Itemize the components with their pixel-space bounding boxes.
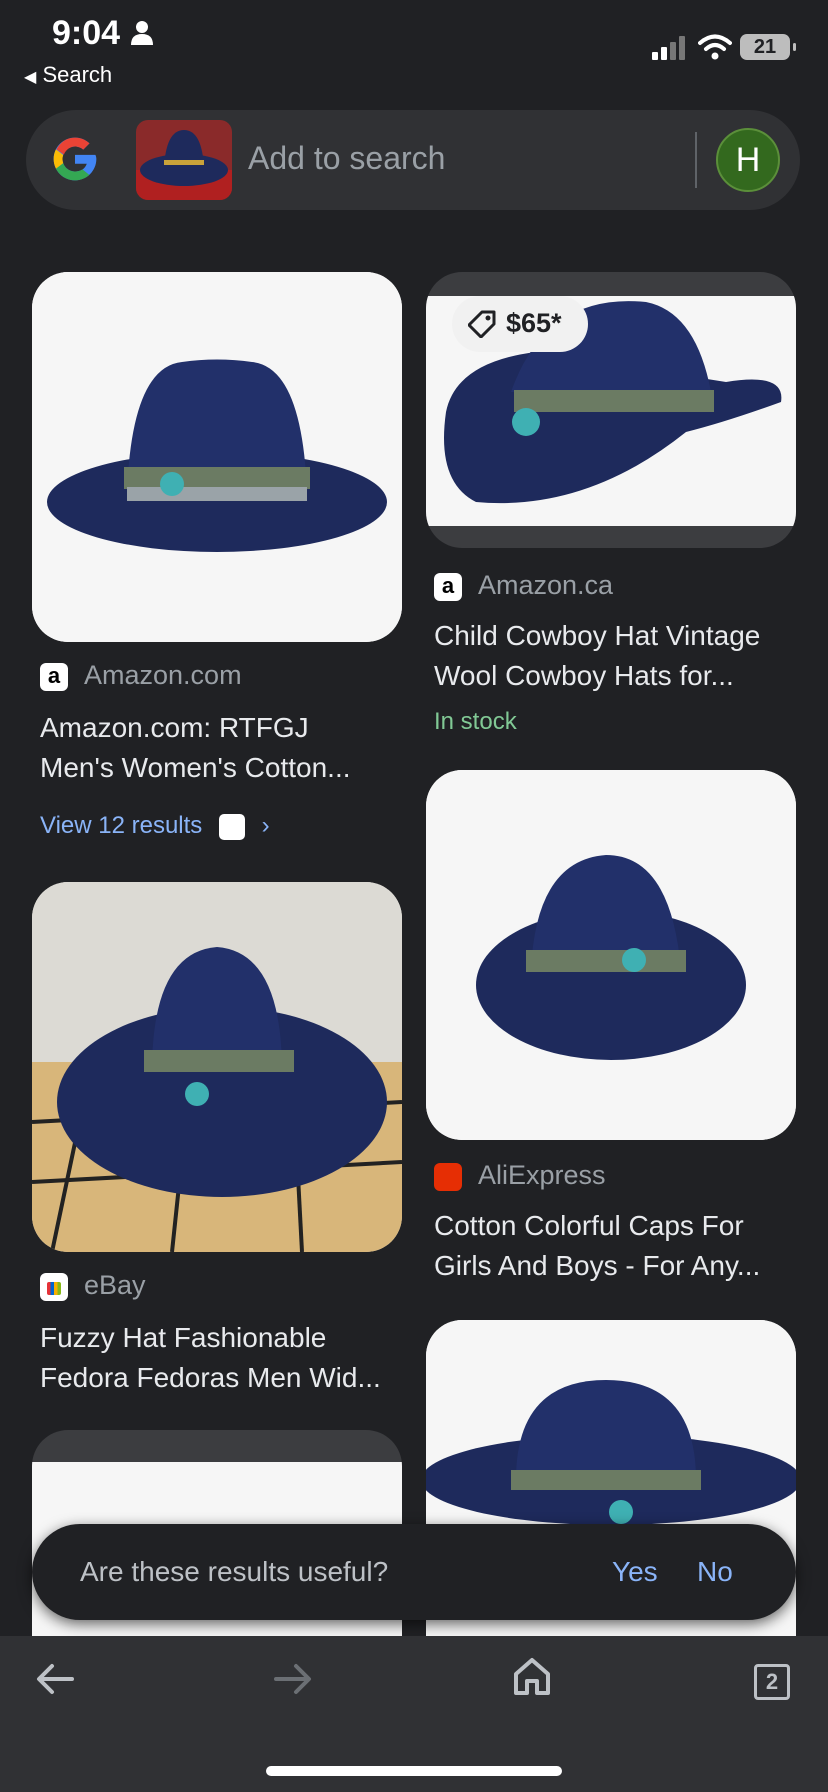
result-title-1[interactable]: Amazon.com: RTFGJ Men's Women's Cotton..… bbox=[40, 708, 410, 788]
forward-arrow-icon[interactable] bbox=[274, 1662, 312, 1696]
back-label: Search bbox=[42, 62, 113, 87]
battery-indicator: 21 bbox=[740, 34, 796, 60]
feedback-question: Are these results useful? bbox=[80, 1556, 389, 1587]
result-source-label: Amazon.ca bbox=[478, 570, 614, 600]
title-line: Girls And Boys - For Any... bbox=[434, 1250, 761, 1281]
result-title-3[interactable]: Fuzzy Hat Fashionable Fedora Fedoras Men… bbox=[40, 1318, 410, 1398]
wifi-icon bbox=[698, 34, 732, 60]
search-divider bbox=[695, 132, 697, 188]
amazon-icon: a bbox=[40, 663, 68, 691]
result-image-3[interactable] bbox=[32, 882, 402, 1252]
person-icon bbox=[131, 21, 153, 45]
stacked-images-icon bbox=[218, 813, 245, 840]
account-avatar[interactable]: H bbox=[716, 128, 780, 192]
home-icon[interactable] bbox=[512, 1656, 552, 1696]
search-input[interactable]: Add to search bbox=[248, 140, 445, 177]
title-line: Amazon.com: RTFGJ bbox=[40, 712, 309, 743]
price-label: $65* bbox=[506, 308, 562, 338]
chevron-right-icon: › bbox=[261, 812, 270, 839]
back-arrow-icon[interactable] bbox=[36, 1662, 74, 1696]
in-stock-label: In stock bbox=[434, 708, 517, 735]
ebay-icon bbox=[40, 1273, 68, 1301]
back-triangle-icon: ◀ bbox=[24, 69, 37, 86]
result-title-4[interactable]: Cotton Colorful Caps For Girls And Boys … bbox=[434, 1206, 804, 1286]
search-image-thumbnail[interactable] bbox=[136, 120, 232, 200]
title-line: Fuzzy Hat Fashionable bbox=[40, 1322, 327, 1353]
feedback-no-button[interactable]: No bbox=[697, 1556, 733, 1588]
result-image-1[interactable] bbox=[32, 272, 402, 642]
amazon-icon: a bbox=[434, 573, 462, 601]
price-tag[interactable]: $65* bbox=[452, 296, 588, 352]
result-image-4[interactable] bbox=[426, 770, 796, 1140]
back-to-search-link[interactable]: ◀ Search bbox=[24, 62, 112, 88]
view-results-link[interactable]: View 12 results › bbox=[40, 812, 300, 840]
result-source-label: Amazon.com bbox=[84, 660, 242, 690]
title-line: Men's Women's Cotton... bbox=[40, 752, 351, 783]
aliexpress-icon bbox=[434, 1163, 462, 1191]
result-title-2[interactable]: Child Cowboy Hat Vintage Wool Cowboy Hat… bbox=[434, 616, 804, 696]
title-line: Wool Cowboy Hats for... bbox=[434, 660, 734, 691]
status-time: 9:04 bbox=[52, 14, 121, 52]
tab-switcher-button[interactable]: 2 bbox=[754, 1664, 790, 1700]
title-line: Fedora Fedoras Men Wid... bbox=[40, 1362, 381, 1393]
feedback-yes-button[interactable]: Yes bbox=[612, 1556, 658, 1588]
result-source-label: AliExpress bbox=[478, 1160, 606, 1190]
title-line: Cotton Colorful Caps For bbox=[434, 1210, 744, 1241]
google-g-icon[interactable] bbox=[50, 134, 100, 184]
price-tag-icon bbox=[468, 310, 496, 338]
title-line: Child Cowboy Hat Vintage bbox=[434, 620, 761, 651]
result-source-label: eBay bbox=[84, 1270, 146, 1300]
view-results-label: View 12 results bbox=[40, 812, 203, 839]
home-indicator bbox=[266, 1766, 562, 1776]
cell-signal-icon bbox=[652, 36, 685, 60]
